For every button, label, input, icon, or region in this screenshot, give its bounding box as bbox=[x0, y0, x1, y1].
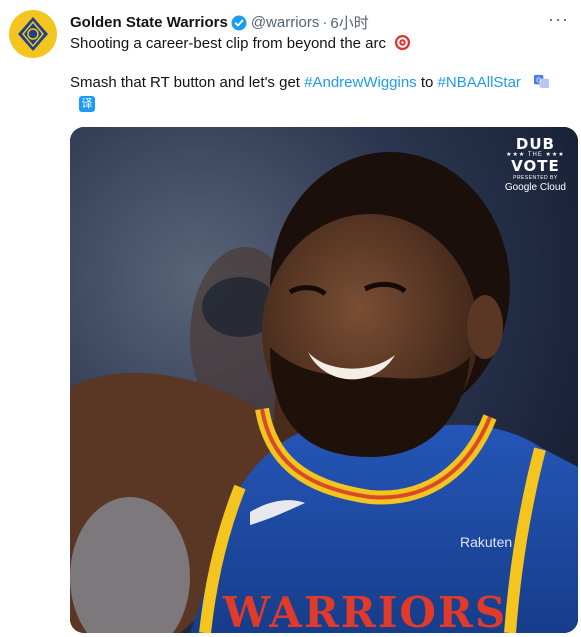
translate-button[interactable]: 译 bbox=[79, 96, 95, 112]
tweet-text: Shooting a career-best clip from beyond … bbox=[70, 35, 387, 52]
badge-sponsor: Google Cloud bbox=[504, 182, 566, 193]
tweet: Golden State Warriors @warriors · 6小时 ··… bbox=[0, 0, 581, 637]
jersey-text: WARRIORS bbox=[222, 588, 507, 633]
author-name[interactable]: Golden State Warriors bbox=[70, 14, 228, 31]
translate-icon[interactable]: G bbox=[533, 73, 550, 96]
tweet-text-line1: Shooting a career-best clip from beyond … bbox=[70, 34, 411, 57]
badge-vote: VOTE bbox=[511, 157, 560, 175]
badge-presented: PRESENTED BY bbox=[513, 175, 558, 181]
sponsor-patch: Rakuten bbox=[460, 534, 512, 550]
direct-hit-emoji-icon bbox=[394, 34, 411, 57]
hashtag-link[interactable]: #AndrewWiggins bbox=[304, 74, 417, 91]
warriors-logo-icon bbox=[12, 13, 54, 55]
tweet-timestamp[interactable]: 6小时 bbox=[330, 12, 368, 33]
tweet-text-line2: Smash that RT button and let's get #Andr… bbox=[70, 73, 550, 96]
tweet-video[interactable]: WARRIORS Rakuten DUB ★★★ THE ★★★ VOTE PR… bbox=[70, 127, 578, 633]
separator-dot: · bbox=[322, 14, 328, 31]
tweet-text: Smash that RT button and let's get bbox=[70, 74, 305, 91]
more-options-icon[interactable]: ··· bbox=[548, 9, 569, 30]
player-photo: WARRIORS Rakuten bbox=[70, 127, 578, 633]
badge-dub: DUB bbox=[515, 135, 555, 153]
verified-badge-icon bbox=[231, 15, 247, 31]
dub-the-vote-badge: DUB ★★★ THE ★★★ VOTE PRESENTED BY Google… bbox=[504, 135, 566, 194]
author-handle[interactable]: @warriors bbox=[251, 14, 320, 31]
svg-text:G: G bbox=[536, 76, 541, 84]
tweet-text: to bbox=[416, 74, 438, 91]
hashtag-link[interactable]: #NBAAllStar bbox=[438, 74, 521, 91]
tweet-header: Golden State Warriors @warriors · 6小时 bbox=[70, 12, 369, 33]
avatar[interactable] bbox=[9, 10, 57, 58]
